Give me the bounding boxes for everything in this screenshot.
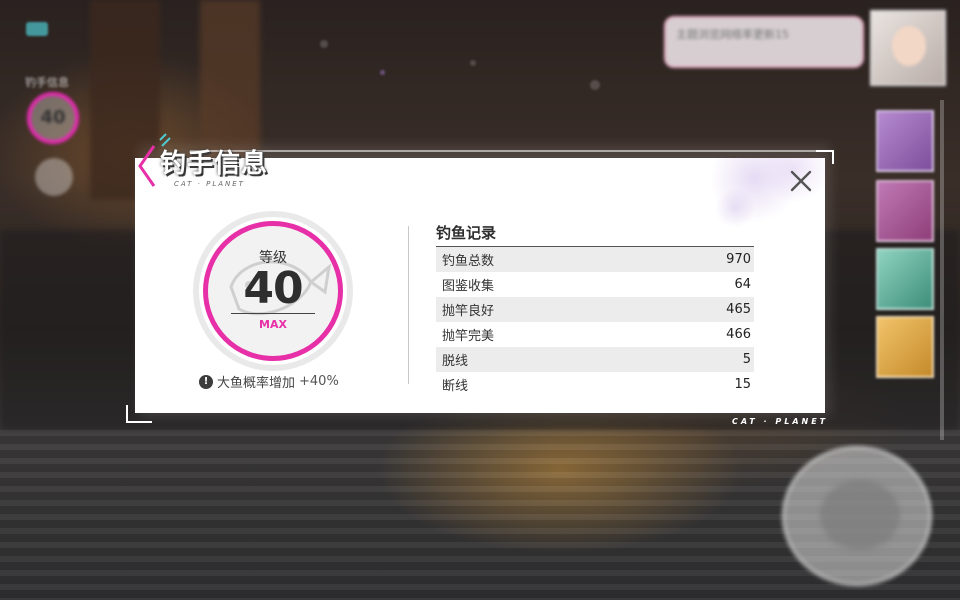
bonus-value: +40% — [299, 374, 339, 389]
big-fish-bonus: ! 大鱼概率增加 +40% — [199, 372, 339, 391]
dialog-title: 钓手信息 — [160, 149, 269, 179]
bonus-text: 大鱼概率增加 — [217, 376, 296, 391]
record-value: 465 — [726, 302, 751, 317]
record-value: 15 — [734, 377, 751, 392]
record-value: 970 — [726, 252, 751, 267]
record-value: 466 — [726, 327, 751, 342]
dialog-top-line — [190, 150, 830, 152]
record-label: 图鉴收集 — [442, 279, 495, 294]
level-max-label: MAX — [259, 318, 287, 331]
item-bar-scrollbar[interactable] — [940, 100, 944, 440]
record-row-line-break: 断线 15 — [436, 372, 754, 397]
chat-bubble[interactable]: 主题浏览网络率更新15 — [664, 16, 864, 68]
record-row-collection: 图鉴收集 64 — [436, 272, 754, 297]
record-row-good-cast: 抛竿良好 465 — [436, 297, 754, 322]
avatar-face — [892, 26, 926, 66]
hud-secondary-icon[interactable] — [35, 158, 73, 196]
fish-icon — [820, 480, 900, 550]
item-slot-rod[interactable] — [876, 110, 934, 172]
record-label: 抛竿良好 — [442, 304, 495, 319]
background-light — [590, 80, 600, 90]
record-row-line-slip: 脱线 5 — [436, 347, 754, 372]
records-title: 钓鱼记录 — [436, 222, 754, 247]
info-icon: ! — [199, 374, 213, 389]
dialog-corner-decoration — [816, 150, 834, 164]
background-light — [470, 60, 476, 66]
record-label: 断线 — [442, 379, 469, 394]
chat-text: 主题浏览网络率更新15 — [676, 28, 789, 41]
record-row-total: 钓鱼总数 970 — [436, 247, 754, 272]
vertical-divider — [408, 226, 409, 384]
level-badge: 等级 40 MAX — [199, 217, 347, 365]
record-label: 抛竿完美 — [442, 329, 495, 344]
records-list: 钓鱼总数 970 图鉴收集 64 抛竿良好 465 抛竿完美 466 脱线 5 … — [436, 247, 754, 397]
record-value: 5 — [742, 352, 751, 367]
background-light — [320, 40, 328, 48]
hud-angler-info-label: 钓手信息 — [25, 76, 69, 89]
item-slot-float[interactable] — [876, 248, 934, 310]
level-value: 40 — [243, 263, 303, 314]
record-value: 64 — [734, 277, 751, 292]
hud-level-button[interactable]: 40 — [27, 92, 79, 144]
bottom-brand-text: CAT · PLANET — [732, 417, 829, 426]
record-label: 脱线 — [442, 354, 469, 369]
fishing-records: 钓鱼记录 钓鱼总数 970 图鉴收集 64 抛竿良好 465 抛竿完美 466 … — [436, 222, 754, 397]
record-row-perfect-cast: 抛竿完美 466 — [436, 322, 754, 347]
player-avatar[interactable] — [870, 10, 946, 86]
background-light — [380, 70, 385, 75]
item-slot-bait[interactable] — [876, 180, 934, 242]
dialog-corner-decoration — [126, 405, 152, 423]
level-divider — [231, 313, 315, 314]
game-logo-icon — [26, 22, 48, 36]
close-icon — [790, 170, 812, 192]
hud-level-value: 40 — [40, 107, 66, 128]
item-slot-lure[interactable] — [876, 316, 934, 378]
close-button[interactable] — [786, 166, 816, 196]
dialog-brand-text: CAT · PLANET — [174, 180, 245, 188]
record-label: 钓鱼总数 — [442, 254, 495, 269]
